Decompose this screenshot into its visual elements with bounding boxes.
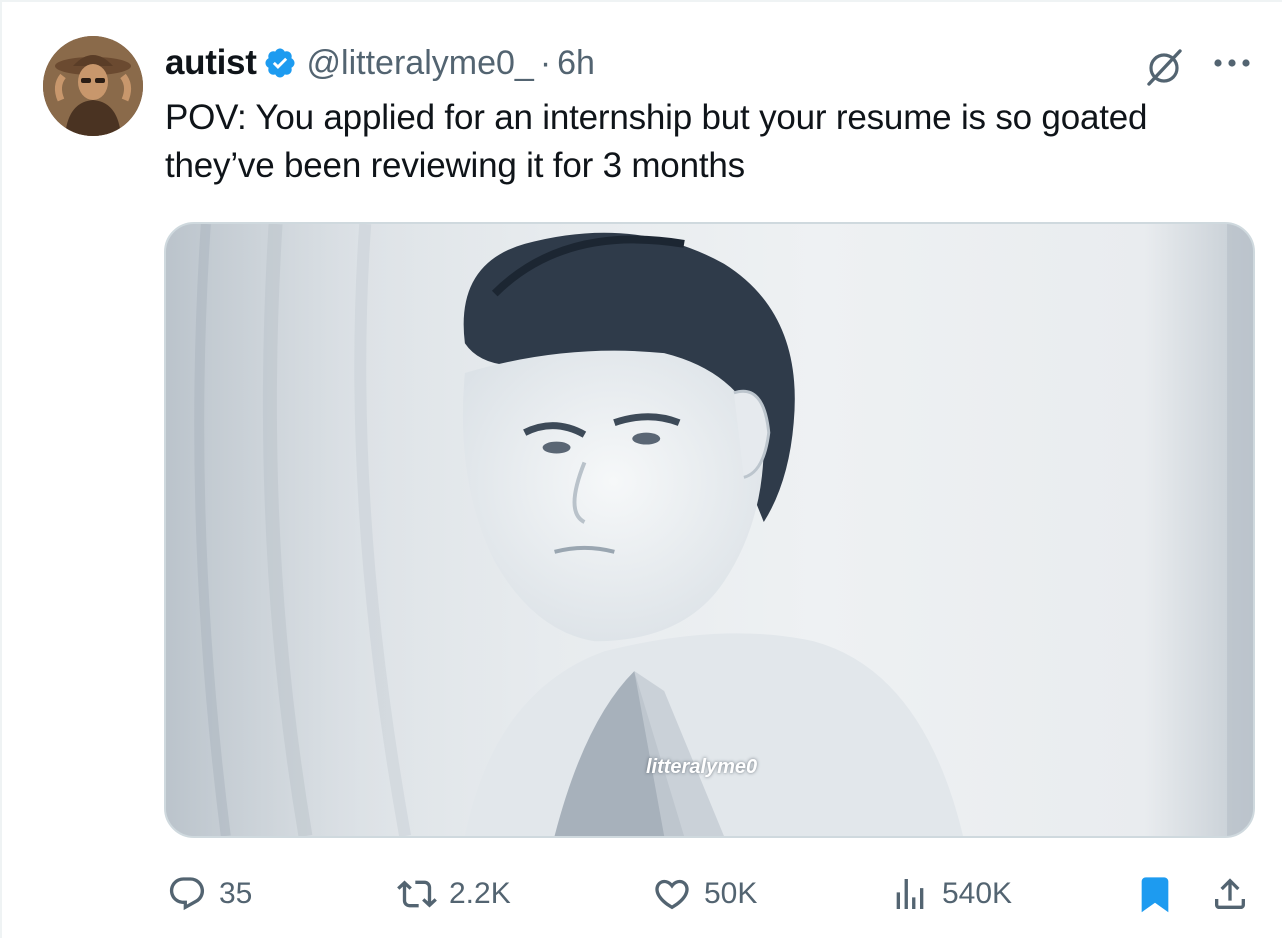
heart-icon [655,879,689,910]
reply-count: 35 [219,877,253,910]
action-bar: 35 2.2K 50K 540K [2,864,1282,924]
verified-badge-icon [265,48,295,78]
author-name[interactable]: autist [165,43,257,83]
tweet-text-line: they’ve been reviewing it for 3 months [165,146,745,185]
views-count: 540K [942,877,1013,910]
tweet-card: autist @litteralyme0_ · 6h POV: You appl… [0,0,1282,938]
separator-dot: · [539,43,552,82]
tweet-header: autist @litteralyme0_ · 6h [165,40,595,86]
media-image [166,224,1253,836]
avatar[interactable] [43,36,143,136]
retweet-button[interactable]: 2.2K [397,864,511,924]
tweet-media[interactable]: litteralyme0 [164,222,1255,838]
more-icon[interactable] [1210,48,1254,78]
share-button[interactable] [1210,864,1250,924]
reply-button[interactable]: 35 [167,864,252,924]
retweet-count: 2.2K [449,877,511,910]
share-icon [1215,878,1245,909]
views-icon [896,879,924,909]
reply-icon [169,877,205,911]
bookmark-icon [1141,877,1169,913]
views-button[interactable]: 540K [890,864,1012,924]
tweet-text: POV: You applied for an internship but y… [165,94,1265,190]
media-watermark: litteralyme0 [646,756,758,778]
like-button[interactable]: 50K [652,864,757,924]
author-handle[interactable]: @litteralyme0_ [307,44,534,83]
tweet-text-line: POV: You applied for an internship but y… [165,98,1148,137]
avatar-image [43,36,143,136]
grok-icon[interactable] [1140,44,1188,92]
retweet-icon [397,880,437,908]
bookmark-button[interactable] [1135,864,1175,924]
like-count: 50K [704,877,758,910]
timestamp[interactable]: 6h [557,44,595,83]
